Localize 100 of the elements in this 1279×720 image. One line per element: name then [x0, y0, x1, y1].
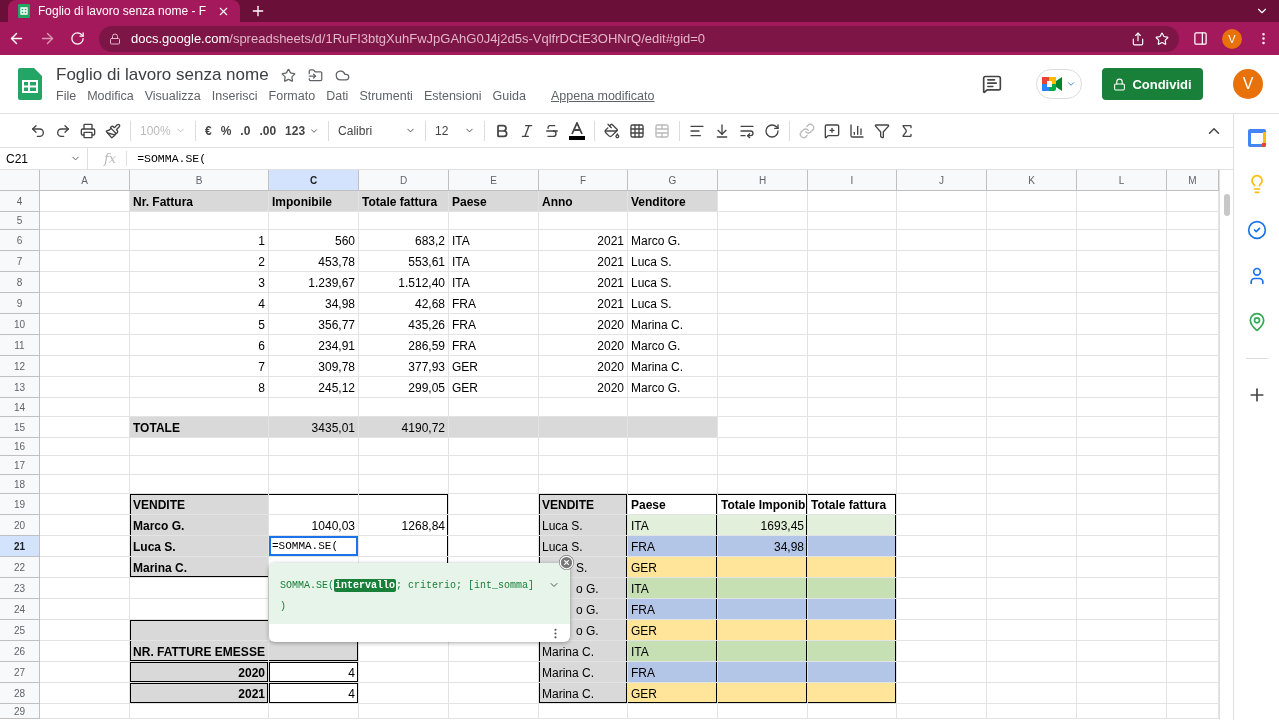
menu-item[interactable]: Strumenti: [359, 89, 413, 103]
new-tab-icon[interactable]: [250, 3, 266, 19]
column-header[interactable]: M: [1167, 170, 1219, 191]
row-header[interactable]: 27: [0, 662, 40, 683]
row-header[interactable]: 4: [0, 191, 40, 212]
borders-icon[interactable]: [629, 122, 646, 139]
back-icon[interactable]: [8, 30, 25, 47]
forward-icon[interactable]: [39, 30, 56, 47]
font-size-dropdown[interactable]: 12: [435, 123, 476, 138]
number-format-dropdown[interactable]: 123: [285, 123, 320, 138]
calendar-icon[interactable]: [1246, 128, 1267, 148]
check-circle-icon[interactable]: [1246, 220, 1267, 240]
folder-icon[interactable]: [307, 67, 323, 83]
reload-icon[interactable]: [70, 31, 85, 46]
browser-tab[interactable]: Foglio di lavoro senza nome - F: [8, 0, 240, 22]
add-comment-icon[interactable]: [824, 122, 841, 139]
column-header[interactable]: J: [897, 170, 987, 191]
name-box[interactable]: C21: [0, 148, 88, 169]
row-header[interactable]: 6: [0, 230, 40, 251]
row-header[interactable]: 22: [0, 557, 40, 578]
formula-field[interactable]: =SOMMA.SE(: [127, 152, 207, 165]
row-header[interactable]: 25: [0, 620, 40, 641]
currency-button[interactable]: €: [205, 123, 212, 138]
table-cell: GER: [449, 356, 539, 377]
row-header[interactable]: 7: [0, 251, 40, 272]
menu-item[interactable]: Estensioni: [423, 89, 482, 103]
percent-button[interactable]: %: [220, 123, 232, 138]
column-header[interactable]: H: [718, 170, 808, 191]
column-header[interactable]: B: [130, 170, 269, 191]
row-header[interactable]: 26: [0, 641, 40, 662]
redo-icon[interactable]: [55, 122, 71, 139]
text-rotation-icon[interactable]: [764, 122, 781, 139]
table-cell: 5: [130, 314, 269, 335]
row-header[interactable]: 23: [0, 578, 40, 599]
document-title[interactable]: Foglio di lavoro senza nome: [56, 65, 269, 85]
text-color-icon[interactable]: [569, 121, 586, 140]
table-cell: FRA: [449, 293, 539, 314]
menu-item[interactable]: File: [56, 89, 77, 103]
undo-icon[interactable]: [30, 122, 46, 139]
row-header[interactable]: 24: [0, 599, 40, 620]
font-dropdown[interactable]: Calibri: [338, 123, 417, 138]
paint-format-icon[interactable]: [105, 122, 121, 139]
table-cell: 4: [269, 662, 359, 683]
menu-item[interactable]: Guida: [492, 89, 526, 103]
row-header[interactable]: 28: [0, 683, 40, 704]
side-panel-icon[interactable]: [1193, 31, 1208, 46]
last-edit-link[interactable]: Appena modificato: [550, 89, 655, 103]
column-header[interactable]: F: [539, 170, 628, 191]
table-cell: 3435,01: [269, 417, 359, 438]
menu-item[interactable]: Formato: [268, 89, 316, 103]
row-header[interactable]: 21: [0, 536, 40, 557]
column-header[interactable]: E: [449, 170, 539, 191]
scrollbar-thumb[interactable]: [1224, 194, 1230, 216]
row-header[interactable]: 12: [0, 356, 40, 377]
row-header[interactable]: 9: [0, 293, 40, 314]
row-header[interactable]: 13: [0, 377, 40, 398]
table-cell: Paese: [449, 191, 539, 212]
row-header[interactable]: 29: [0, 704, 40, 719]
chart-icon[interactable]: [849, 122, 866, 139]
row-header[interactable]: 19: [0, 494, 40, 515]
table-cell: GER: [628, 557, 718, 578]
strikethrough-icon[interactable]: [544, 122, 561, 139]
column-header[interactable]: K: [987, 170, 1077, 191]
menu-item[interactable]: Modifica: [87, 89, 134, 103]
row-header[interactable]: 10: [0, 314, 40, 335]
row-header[interactable]: 16: [0, 438, 40, 456]
row-header[interactable]: 17: [0, 456, 40, 475]
column-header[interactable]: A: [40, 170, 130, 191]
row-header[interactable]: 20: [0, 515, 40, 536]
row-header[interactable]: 14: [0, 398, 40, 417]
menu-item[interactable]: Visualizza: [144, 89, 201, 103]
row-header[interactable]: 15: [0, 417, 40, 438]
increase-decimals-button[interactable]: .00: [259, 123, 277, 138]
row-header[interactable]: 8: [0, 272, 40, 293]
decrease-decimals-button[interactable]: .0: [240, 123, 251, 138]
row-header[interactable]: 5: [0, 212, 40, 230]
table-cell: Luca S.: [130, 536, 269, 557]
menu-item[interactable]: Inserisci: [211, 89, 258, 103]
table-cell: 2020: [130, 662, 269, 683]
column-header[interactable]: C: [269, 170, 359, 191]
merge-cells-icon[interactable]: [654, 122, 671, 139]
column-header[interactable]: D: [359, 170, 449, 191]
star-icon[interactable]: [280, 67, 296, 83]
cloud-icon[interactable]: [334, 67, 350, 83]
table-cell: 2020: [539, 356, 628, 377]
print-icon[interactable]: [80, 122, 96, 139]
share-button[interactable]: Condividi: [1102, 68, 1203, 100]
column-header[interactable]: L: [1077, 170, 1167, 191]
column-header[interactable]: I: [808, 170, 897, 191]
menu-item[interactable]: Dati: [326, 89, 349, 103]
comments-icon[interactable]: [982, 74, 1002, 94]
fill-color-icon[interactable]: [604, 122, 621, 139]
row-header[interactable]: 18: [0, 475, 40, 494]
cell-editor[interactable]: =SOMMA.SE(: [269, 536, 359, 557]
row-header[interactable]: 11: [0, 335, 40, 356]
column-header[interactable]: G: [628, 170, 718, 191]
lock-icon[interactable]: [109, 32, 121, 45]
share-icon[interactable]: [1131, 31, 1145, 46]
table-cell: 1693,45: [718, 515, 808, 536]
filter-icon[interactable]: [874, 122, 891, 139]
